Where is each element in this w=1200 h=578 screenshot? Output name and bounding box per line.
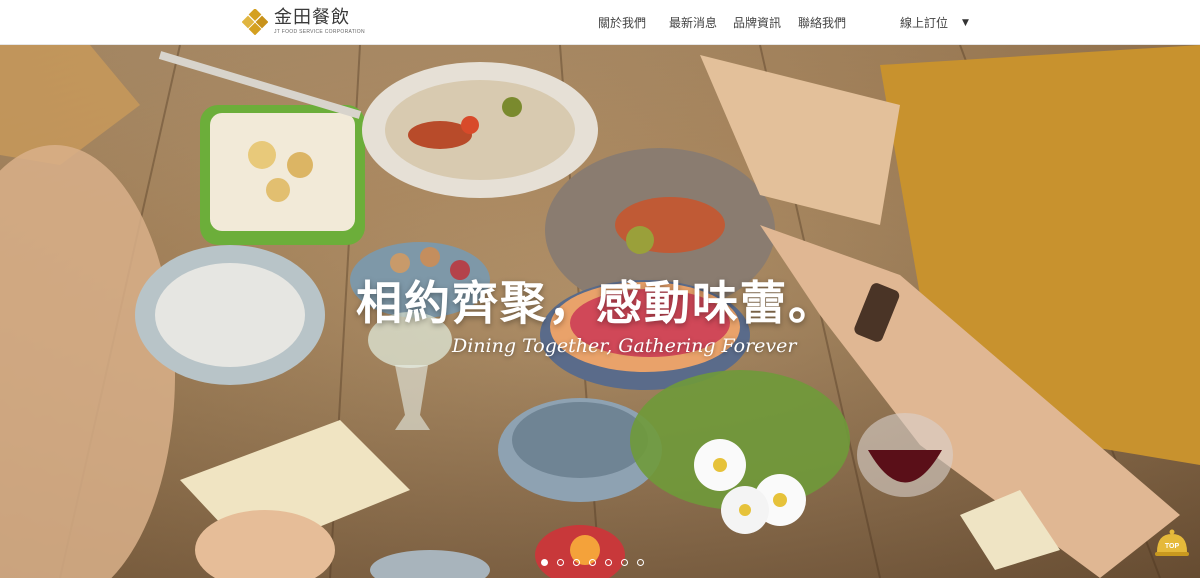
caret-down-icon: ▼ (962, 17, 969, 28)
diamond-logo-icon (241, 8, 269, 36)
brand-logo[interactable]: 金田餐飲 JT FOOD SERVICE CORPORATION (241, 7, 365, 37)
carousel-dots (541, 559, 644, 566)
back-to-top-button[interactable]: TOP (1154, 528, 1190, 560)
carousel-dot-7[interactable] (637, 559, 644, 566)
carousel-dot-4[interactable] (589, 559, 596, 566)
nav-contact[interactable]: 聯絡我們 (798, 14, 846, 31)
hero-banner: 相約齊聚，感動味蕾。 Dining Together, Gathering Fo… (0, 45, 1200, 578)
brand-name: 金田餐飲 (274, 7, 350, 28)
top-navbar: 金田餐飲 JT FOOD SERVICE CORPORATION 關於我們 最新… (0, 0, 1200, 45)
carousel-dot-5[interactable] (605, 559, 612, 566)
carousel-dot-6[interactable] (621, 559, 628, 566)
online-booking-dropdown[interactable]: 線上訂位 ▼ (900, 14, 969, 31)
brand-tagline: JT FOOD SERVICE CORPORATION (274, 29, 365, 35)
hero-subline: Dining Together, Gathering Forever (452, 335, 797, 357)
carousel-dot-3[interactable] (573, 559, 580, 566)
carousel-dot-2[interactable] (557, 559, 564, 566)
nav-about[interactable]: 關於我們 (598, 14, 646, 31)
service-bell-icon: TOP (1155, 529, 1189, 556)
nav-brands[interactable]: 品牌資訊 (733, 14, 781, 31)
carousel-dot-1[interactable] (541, 559, 548, 566)
hero-headline: 相約齊聚，感動味蕾。 (356, 276, 836, 330)
nav-news[interactable]: 最新消息 (669, 14, 717, 31)
online-booking-label: 線上訂位 (900, 16, 949, 30)
back-to-top-label: TOP (1165, 543, 1180, 550)
